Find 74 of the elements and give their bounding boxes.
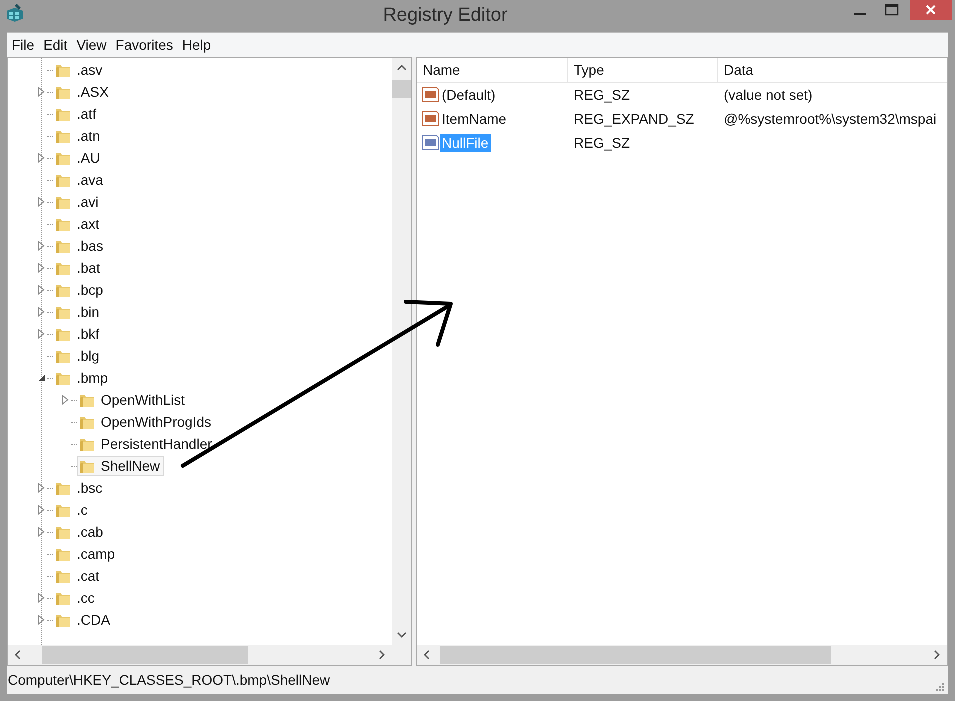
folder-icon xyxy=(79,436,95,452)
folder-icon xyxy=(55,238,71,254)
value-name[interactable]: (Default) xyxy=(440,86,498,104)
expand-arrow-icon[interactable] xyxy=(37,329,47,339)
menu-item[interactable]: Help xyxy=(179,37,214,53)
expand-arrow-icon[interactable] xyxy=(37,241,47,251)
expand-arrow-icon[interactable] xyxy=(37,593,47,603)
expand-arrow-icon[interactable] xyxy=(37,615,47,625)
folder-icon xyxy=(55,546,71,562)
folder-icon xyxy=(55,282,71,298)
table-cell: (value not set) xyxy=(724,87,813,103)
table-cell: @%systemroot%\system32\mspai xyxy=(724,111,937,127)
folder-icon xyxy=(55,326,71,342)
vertical-scrollbar[interactable] xyxy=(392,58,411,645)
maximize-icon xyxy=(885,4,899,16)
scroll-thumb[interactable] xyxy=(440,646,831,664)
expand-arrow-icon[interactable] xyxy=(37,263,47,273)
folder-icon xyxy=(55,480,71,496)
folder-icon xyxy=(55,524,71,540)
expand-arrow-icon[interactable] xyxy=(37,197,47,207)
app-icon xyxy=(5,3,25,23)
resize-grip-icon[interactable] xyxy=(935,682,945,692)
expand-arrow-icon[interactable] xyxy=(37,153,47,163)
folder-icon xyxy=(55,348,71,364)
horizontal-scrollbar[interactable] xyxy=(417,645,947,665)
horizontal-scrollbar[interactable] xyxy=(8,645,411,665)
folder-icon xyxy=(55,172,71,188)
column-header[interactable]: Data xyxy=(718,58,947,82)
expand-arrow-icon[interactable] xyxy=(37,483,47,493)
expand-arrow-icon[interactable] xyxy=(37,505,47,515)
scroll-thumb[interactable] xyxy=(42,646,248,664)
menu-item[interactable]: Edit xyxy=(40,37,71,53)
column-header[interactable]: Name xyxy=(417,58,568,82)
folder-icon xyxy=(55,612,71,628)
folder-icon xyxy=(55,370,71,386)
tree-item[interactable]: ShellNew xyxy=(77,456,164,476)
folder-icon xyxy=(55,62,71,78)
scroll-thumb[interactable] xyxy=(392,80,411,98)
folder-icon xyxy=(55,590,71,606)
string-value-icon xyxy=(422,111,440,127)
expand-arrow-icon[interactable] xyxy=(37,87,47,97)
menu-item[interactable]: File xyxy=(9,37,38,53)
folder-icon xyxy=(55,84,71,100)
folder-icon xyxy=(55,128,71,144)
column-header[interactable]: Type xyxy=(568,58,718,82)
collapse-arrow-icon[interactable] xyxy=(37,373,47,383)
expand-arrow-icon[interactable] xyxy=(61,395,71,405)
string-value-icon xyxy=(422,135,440,151)
folder-icon xyxy=(55,150,71,166)
menu-item[interactable]: View xyxy=(74,37,110,53)
folder-icon xyxy=(79,392,95,408)
table-cell: REG_SZ xyxy=(574,87,630,103)
status-path: Computer\HKEY_CLASSES_ROOT\.bmp\ShellNew xyxy=(8,672,330,688)
close-icon xyxy=(925,4,937,16)
expand-arrow-icon[interactable] xyxy=(37,527,47,537)
folder-icon xyxy=(55,216,71,232)
folder-icon xyxy=(55,304,71,320)
expand-arrow-icon[interactable] xyxy=(37,307,47,317)
folder-icon xyxy=(55,260,71,276)
window-title: Registry Editor xyxy=(382,5,509,27)
expand-arrow-icon[interactable] xyxy=(37,285,47,295)
close-button[interactable] xyxy=(910,0,952,20)
folder-icon xyxy=(55,568,71,584)
folder-icon xyxy=(79,414,95,430)
table-cell: REG_EXPAND_SZ xyxy=(574,111,694,127)
folder-icon xyxy=(79,458,95,474)
folder-icon xyxy=(55,502,71,518)
minimize-icon xyxy=(854,13,866,15)
folder-icon xyxy=(55,194,71,210)
menu-item[interactable]: Favorites xyxy=(112,37,176,53)
folder-icon xyxy=(55,106,71,122)
value-name[interactable]: ItemName xyxy=(440,110,509,128)
table-cell: REG_SZ xyxy=(574,135,630,151)
string-value-icon xyxy=(422,87,440,103)
